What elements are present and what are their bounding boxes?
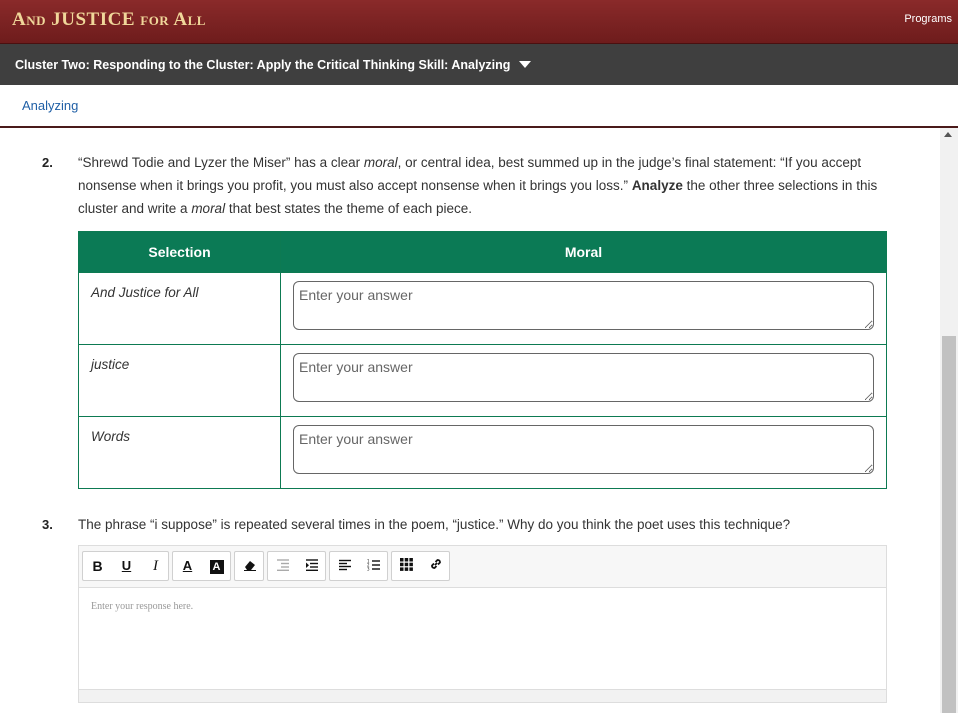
answer-cell — [280, 416, 887, 489]
text-segment: moral — [191, 201, 226, 216]
question-number: 3. — [42, 517, 53, 532]
toolbar-group-format: B U I — [82, 551, 169, 581]
toolbar-group-clear — [234, 551, 264, 581]
selection-cell: justice — [78, 344, 281, 417]
table-grid-icon[interactable] — [392, 552, 421, 580]
tab-analyzing[interactable]: Analyzing — [22, 98, 78, 113]
toolbar-group-color: A A — [172, 551, 231, 581]
cluster-title: Cluster Two: Responding to the Cluster: … — [15, 58, 511, 72]
cluster-dropdown[interactable]: Cluster Two: Responding to the Cluster: … — [15, 58, 532, 72]
background-color-button[interactable]: A — [202, 552, 231, 580]
content-pane: 2. “Shrewd Todie and Lyzer the Miser” ha… — [0, 128, 940, 713]
editor-toolbar: B U I A A 1 2 3 — [79, 546, 886, 588]
app-brand-logo[interactable]: And JUSTICE for All — [12, 9, 206, 31]
moral-table: Selection Moral And Justice for All just… — [78, 231, 887, 489]
indent-icon[interactable] — [297, 552, 326, 580]
table-header-row: Selection Moral — [78, 231, 887, 273]
response-editor-area[interactable]: Enter your response here. — [79, 589, 886, 689]
svg-text:3: 3 — [367, 567, 370, 572]
answer-cell — [280, 344, 887, 417]
table-row: justice — [78, 344, 887, 417]
align-left-icon[interactable] — [330, 552, 359, 580]
rich-text-editor: B U I A A 1 2 3 Enter your response here… — [78, 545, 887, 703]
chevron-down-icon — [519, 61, 532, 68]
bg-color-glyph: A — [209, 560, 224, 575]
link-icon[interactable] — [421, 552, 450, 580]
font-color-button[interactable]: A — [173, 552, 202, 580]
italic-button[interactable]: I — [141, 552, 170, 580]
top-header: And JUSTICE for All Programs — [0, 0, 958, 44]
programs-link[interactable]: Programs — [904, 13, 952, 25]
toolbar-group-paragraph: 123 — [329, 551, 388, 581]
ordered-list-icon[interactable]: 123 — [359, 552, 388, 580]
question-text: The phrase “i suppose” is repeated sever… — [78, 517, 791, 532]
question-number: 2. — [42, 155, 53, 170]
table-row: And Justice for All — [78, 272, 887, 345]
toolbar-group-indent — [267, 551, 326, 581]
scroll-up-arrow-icon[interactable] — [944, 132, 952, 137]
cluster-bar: Cluster Two: Responding to the Cluster: … — [0, 44, 958, 85]
text-segment: moral — [363, 155, 398, 170]
column-header-selection: Selection — [78, 231, 281, 273]
column-header-moral: Moral — [280, 231, 887, 273]
scrollbar-thumb[interactable] — [942, 336, 956, 713]
eraser-icon[interactable] — [235, 552, 264, 580]
outdent-icon[interactable] — [268, 552, 297, 580]
text-segment: “Shrewd Todie and Lyzer the Miser” has a… — [78, 155, 364, 170]
selection-cell: And Justice for All — [78, 272, 281, 345]
selection-cell: Words — [78, 416, 281, 489]
answer-cell — [280, 272, 887, 345]
text-segment: that best states the theme of each piece… — [225, 201, 472, 216]
answer-textarea[interactable] — [293, 353, 874, 402]
answer-textarea[interactable] — [293, 281, 874, 330]
sub-navigation: Analyzing — [0, 85, 958, 128]
toolbar-group-insert — [391, 551, 450, 581]
table-row: Words — [78, 416, 887, 489]
question-text: “Shrewd Todie and Lyzer the Miser” has a… — [78, 151, 890, 220]
underline-button[interactable]: U — [112, 552, 141, 580]
vertical-scrollbar[interactable] — [940, 128, 958, 713]
answer-textarea[interactable] — [293, 425, 874, 474]
editor-statusbar — [79, 689, 886, 702]
text-segment: Analyze — [631, 178, 683, 193]
bold-button[interactable]: B — [83, 552, 112, 580]
